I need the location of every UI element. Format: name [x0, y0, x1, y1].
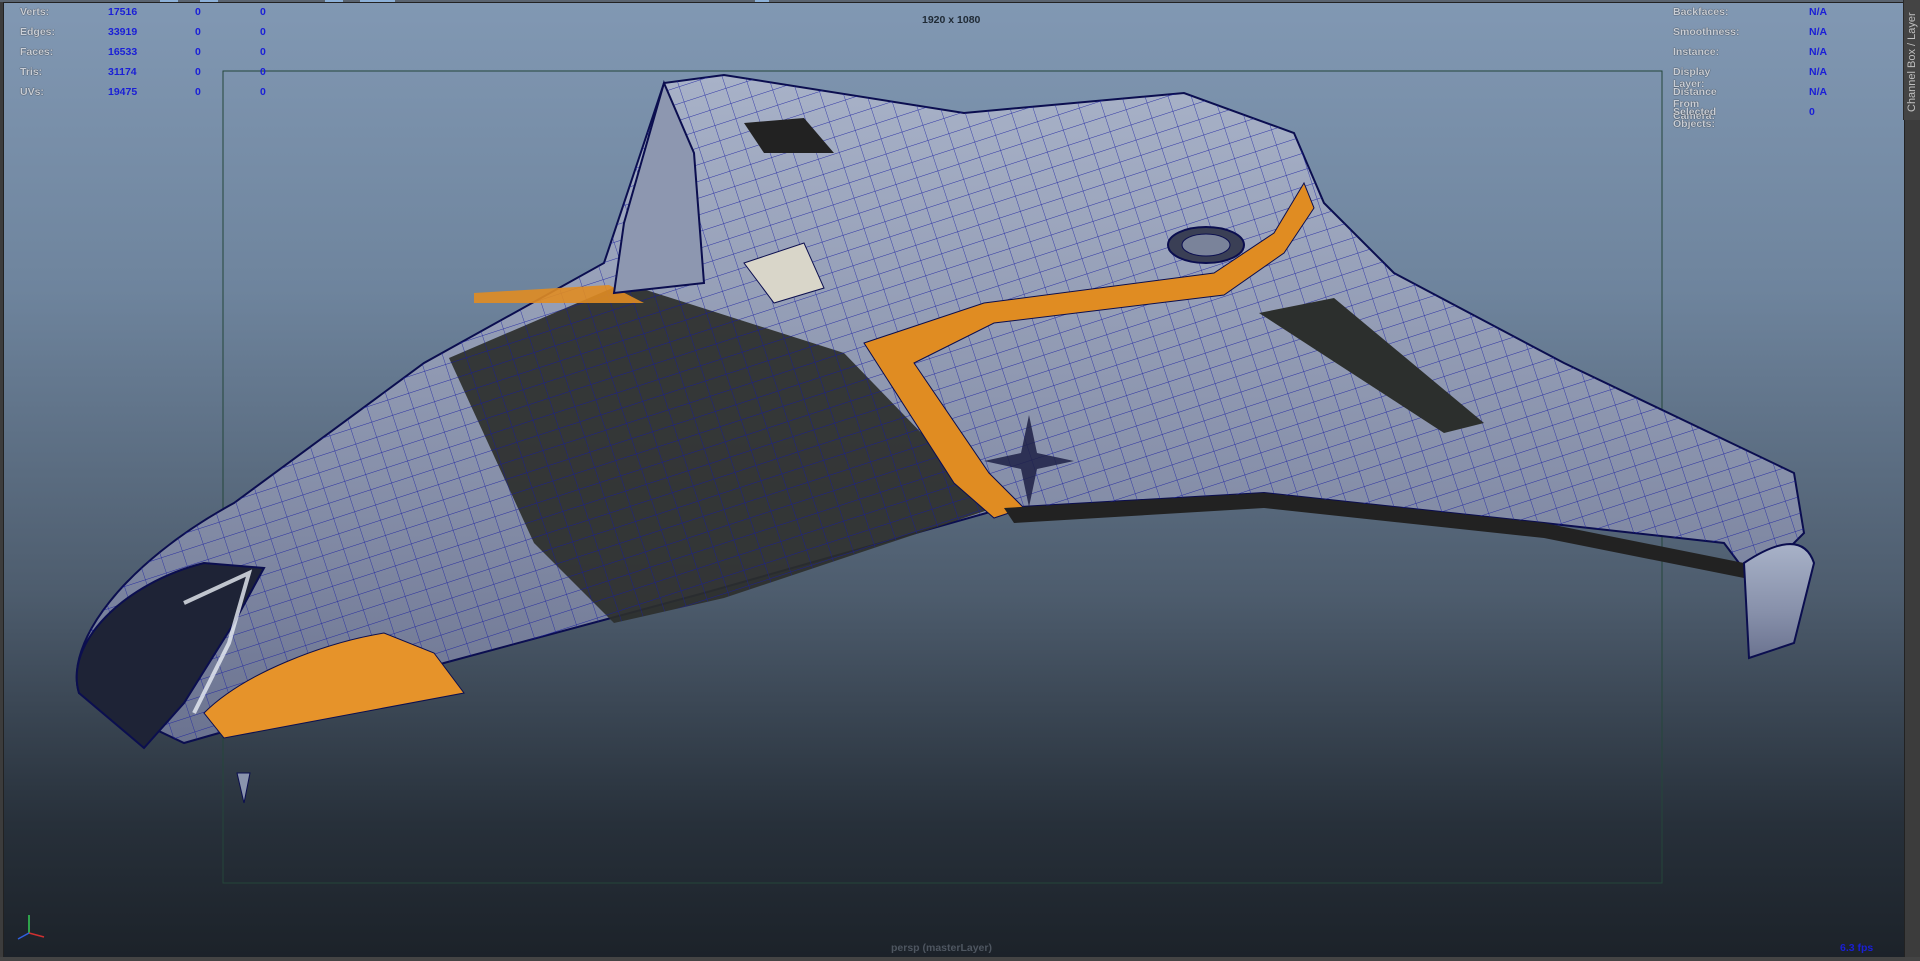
bottom-border [0, 957, 1920, 961]
hud-value: 0 [260, 26, 266, 38]
hud-value: 16533 [108, 46, 138, 58]
resolution-gate-label: 1920 x 1080 [922, 14, 981, 26]
hud-value: N/A [1809, 26, 1828, 38]
hud-value: 0 [1809, 106, 1815, 118]
hud-label: UVs: [20, 86, 44, 98]
spaceship-model[interactable] [75, 73, 1816, 804]
maya-app: 1920 x 1080 persp (masterLayer) 6.3 fps … [0, 0, 1920, 961]
hud-value: 0 [260, 66, 266, 78]
hud-value: N/A [1809, 66, 1828, 78]
axis-gizmo-icon [17, 915, 45, 940]
hud-label: Faces: [20, 46, 54, 58]
viewport-canvas[interactable] [4, 3, 1904, 958]
hud-value: 31174 [108, 66, 137, 78]
hud-label: Tris: [20, 66, 43, 78]
hud-value: 0 [260, 86, 266, 98]
hud-value: 0 [195, 6, 201, 18]
hud-value: 0 [195, 66, 201, 78]
hud-label: Selected Objects: [1673, 106, 1717, 130]
fps-readout: 6.3 fps [1840, 942, 1874, 954]
hud-value: 17516 [108, 6, 138, 18]
hud-label: Edges: [20, 26, 56, 38]
channel-box-tab-label: Channel Box / Layer [1906, 12, 1918, 112]
hud-label: Backfaces: [1673, 6, 1729, 18]
hud-value: 0 [260, 46, 266, 58]
hud-value: 33919 [108, 26, 138, 38]
hud-value: 0 [195, 86, 201, 98]
hud-value: N/A [1809, 86, 1828, 98]
hud-value: 19475 [108, 86, 138, 98]
camera-name-label: persp (masterLayer) [891, 942, 992, 954]
hud-value: 0 [260, 6, 266, 18]
hud-value: N/A [1809, 6, 1828, 18]
channel-box-tab[interactable]: Channel Box / Layer [1903, 0, 1920, 120]
hud-value: 0 [195, 46, 201, 58]
hud-label: Instance: [1673, 46, 1720, 58]
hud-value: N/A [1809, 46, 1828, 58]
hud-value: 0 [195, 26, 201, 38]
perspective-viewport[interactable]: 1920 x 1080 persp (masterLayer) 6.3 fps … [3, 2, 1905, 959]
hud-label: Smoothness: [1673, 26, 1740, 38]
hud-label: Verts: [20, 6, 50, 18]
